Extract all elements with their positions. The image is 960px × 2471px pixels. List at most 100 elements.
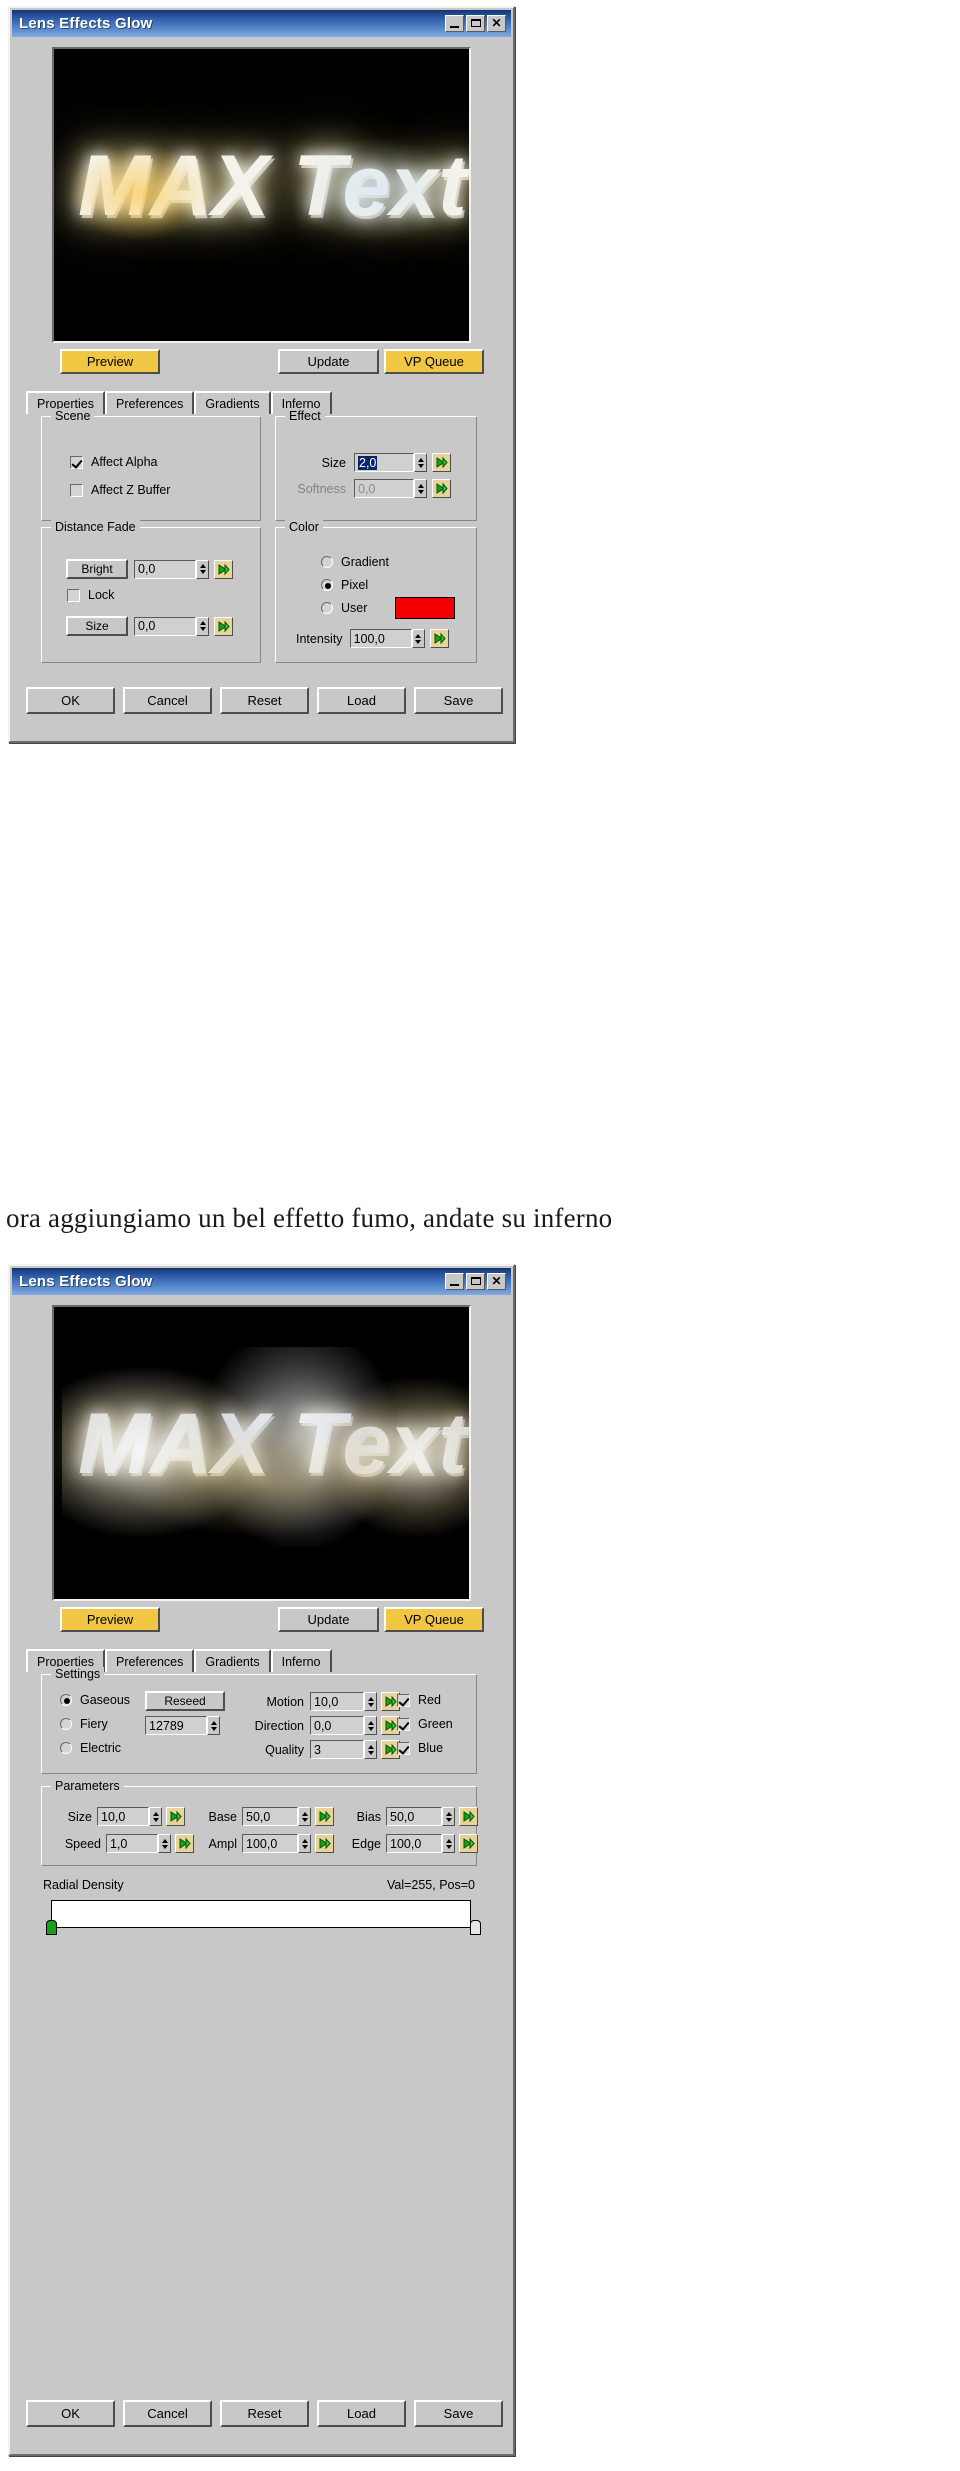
cancel-button-2[interactable]: Cancel — [123, 2400, 212, 2427]
settings-gaseous-row-2[interactable]: Gaseous — [60, 1693, 130, 1707]
ramp-key-end-2[interactable] — [470, 1920, 481, 1935]
update-button-1[interactable]: Update — [278, 349, 379, 374]
reset-button-2[interactable]: Reset — [220, 2400, 309, 2427]
preview-button-1[interactable]: Preview — [60, 349, 160, 374]
preview-image-2[interactable]: MAX Text — [52, 1305, 471, 1601]
titlebar-1[interactable]: Lens Effects Glow ✕ — [12, 10, 511, 37]
direction-row-2[interactable]: Direction 0,0 — [244, 1716, 400, 1735]
quality-row-2[interactable]: Quality 3 — [244, 1740, 400, 1759]
lens-effects-glow-window-2[interactable]: Lens Effects Glow ✕ MAX Text Preview Upd… — [8, 1264, 515, 2456]
effect-softness-spinner-1[interactable] — [414, 479, 427, 498]
intensity-animate-icon-1[interactable] — [429, 629, 449, 648]
red-channel-row-2[interactable]: Red — [397, 1693, 441, 1707]
maximize-button-1[interactable] — [466, 15, 485, 32]
param-base-field-2[interactable]: 50,0 — [242, 1807, 298, 1826]
effect-size-field-1[interactable]: 2,0 — [354, 453, 414, 472]
preview-button-2[interactable]: Preview — [60, 1607, 160, 1632]
tab-preferences-1[interactable]: Preferences — [104, 391, 195, 414]
lock-checkbox-1[interactable] — [67, 588, 80, 602]
cancel-button-1[interactable]: Cancel — [123, 687, 212, 714]
load-button-1[interactable]: Load — [317, 687, 406, 714]
param-size-animate-icon-2[interactable] — [166, 1807, 185, 1826]
save-button-1[interactable]: Save — [414, 687, 503, 714]
param-edge-field-2[interactable]: 100,0 — [386, 1834, 442, 1853]
blue-channel-row-2[interactable]: Blue — [397, 1741, 443, 1755]
user-color-swatch-1[interactable] — [395, 597, 455, 619]
distance-size-spinner-1[interactable] — [196, 616, 209, 636]
save-button-2[interactable]: Save — [414, 2400, 503, 2427]
minimize-button-2[interactable] — [445, 1273, 464, 1290]
color-gradient-row-1[interactable]: Gradient — [321, 555, 389, 569]
green-channel-row-2[interactable]: Green — [397, 1717, 453, 1731]
bright-field-1[interactable]: 0,0 — [134, 559, 196, 579]
close-button-2[interactable]: ✕ — [487, 1273, 506, 1290]
electric-radio-2[interactable] — [60, 1742, 72, 1754]
effect-softness-row-1[interactable]: Softness 0,0 — [290, 479, 466, 498]
ramp-key-start-2[interactable] — [46, 1920, 57, 1935]
radial-density-ramp-2[interactable] — [51, 1900, 471, 1928]
param-edge-spinner-2[interactable] — [442, 1834, 455, 1853]
settings-electric-row-2[interactable]: Electric — [60, 1741, 121, 1755]
maximize-button-2[interactable] — [466, 1273, 485, 1290]
blue-checkbox-2[interactable] — [397, 1741, 410, 1755]
param-size-spinner-2[interactable] — [149, 1807, 162, 1826]
tab-preferences-2[interactable]: Preferences — [104, 1649, 195, 1672]
param-ampl-animate-icon-2[interactable] — [315, 1834, 334, 1853]
param-bias-spinner-2[interactable] — [442, 1807, 455, 1826]
bright-spinner-1[interactable] — [196, 559, 209, 579]
direction-field-2[interactable]: 0,0 — [310, 1716, 364, 1735]
param-speed-row-2[interactable]: Speed 1,0 — [56, 1834, 194, 1853]
green-checkbox-2[interactable] — [397, 1717, 410, 1731]
seed-row-2[interactable]: 12789 — [145, 1716, 220, 1735]
param-bias-animate-icon-2[interactable] — [459, 1807, 478, 1826]
quality-spinner-2[interactable] — [364, 1740, 377, 1759]
tab-inferno-2[interactable]: Inferno — [270, 1649, 332, 1672]
param-base-spinner-2[interactable] — [298, 1807, 311, 1826]
distance-fade-lock-row-1[interactable]: Lock — [67, 588, 114, 602]
color-intensity-row-1[interactable]: Intensity 100,0 — [296, 629, 449, 648]
param-speed-spinner-2[interactable] — [158, 1834, 171, 1853]
intensity-field-1[interactable]: 100,0 — [349, 629, 412, 648]
vp-queue-button-1[interactable]: VP Queue — [384, 349, 484, 374]
affect-z-buffer-row-1[interactable]: Affect Z Buffer — [70, 483, 170, 497]
affect-alpha-row-1[interactable]: Affect Alpha — [70, 455, 158, 469]
color-gradient-radio-1[interactable] — [321, 556, 333, 568]
effect-size-spinner-1[interactable] — [414, 453, 427, 472]
vp-queue-button-2[interactable]: VP Queue — [384, 1607, 484, 1632]
quality-field-2[interactable]: 3 — [310, 1740, 364, 1759]
preview-image-1[interactable]: MAX Text — [52, 47, 471, 343]
param-ampl-row-2[interactable]: Ampl 100,0 — [199, 1834, 334, 1853]
lens-effects-glow-window-1[interactable]: Lens Effects Glow ✕ MAX Text Preview Upd… — [8, 6, 515, 743]
param-edge-animate-icon-2[interactable] — [459, 1834, 478, 1853]
affect-z-buffer-checkbox-1[interactable] — [70, 483, 83, 497]
bright-animate-icon-1[interactable] — [214, 559, 233, 579]
distance-fade-bright-row-1[interactable]: Bright 0,0 — [66, 559, 233, 579]
update-button-2[interactable]: Update — [278, 1607, 379, 1632]
effect-size-animate-icon-1[interactable] — [432, 453, 451, 472]
settings-fiery-row-2[interactable]: Fiery — [60, 1717, 108, 1731]
intensity-spinner-1[interactable] — [411, 629, 425, 648]
param-speed-animate-icon-2[interactable] — [175, 1834, 194, 1853]
param-ampl-field-2[interactable]: 100,0 — [242, 1834, 298, 1853]
distance-size-animate-icon-1[interactable] — [214, 616, 233, 636]
motion-spinner-2[interactable] — [364, 1692, 377, 1711]
tab-gradients-1[interactable]: Gradients — [194, 391, 271, 414]
param-bias-row-2[interactable]: Bias 50,0 — [347, 1807, 478, 1826]
gaseous-radio-2[interactable] — [60, 1694, 72, 1706]
distance-fade-size-row-1[interactable]: Size 0,0 — [66, 616, 233, 636]
effect-softness-animate-icon-1[interactable] — [432, 479, 451, 498]
color-pixel-row-1[interactable]: Pixel — [321, 578, 368, 592]
ok-button-2[interactable]: OK — [26, 2400, 115, 2427]
effect-softness-field-1[interactable]: 0,0 — [354, 479, 414, 498]
color-user-row-1[interactable]: User — [321, 601, 367, 615]
tab-gradients-2[interactable]: Gradients — [194, 1649, 271, 1672]
color-pixel-radio-1[interactable] — [321, 579, 333, 591]
affect-alpha-checkbox-1[interactable] — [70, 455, 83, 469]
param-size-field-2[interactable]: 10,0 — [97, 1807, 149, 1826]
close-button-1[interactable]: ✕ — [487, 15, 506, 32]
param-bias-field-2[interactable]: 50,0 — [386, 1807, 442, 1826]
param-speed-field-2[interactable]: 1,0 — [106, 1834, 158, 1853]
param-size-row-2[interactable]: Size 10,0 — [56, 1807, 185, 1826]
color-user-radio-1[interactable] — [321, 602, 333, 614]
seed-field-2[interactable]: 12789 — [145, 1716, 207, 1735]
